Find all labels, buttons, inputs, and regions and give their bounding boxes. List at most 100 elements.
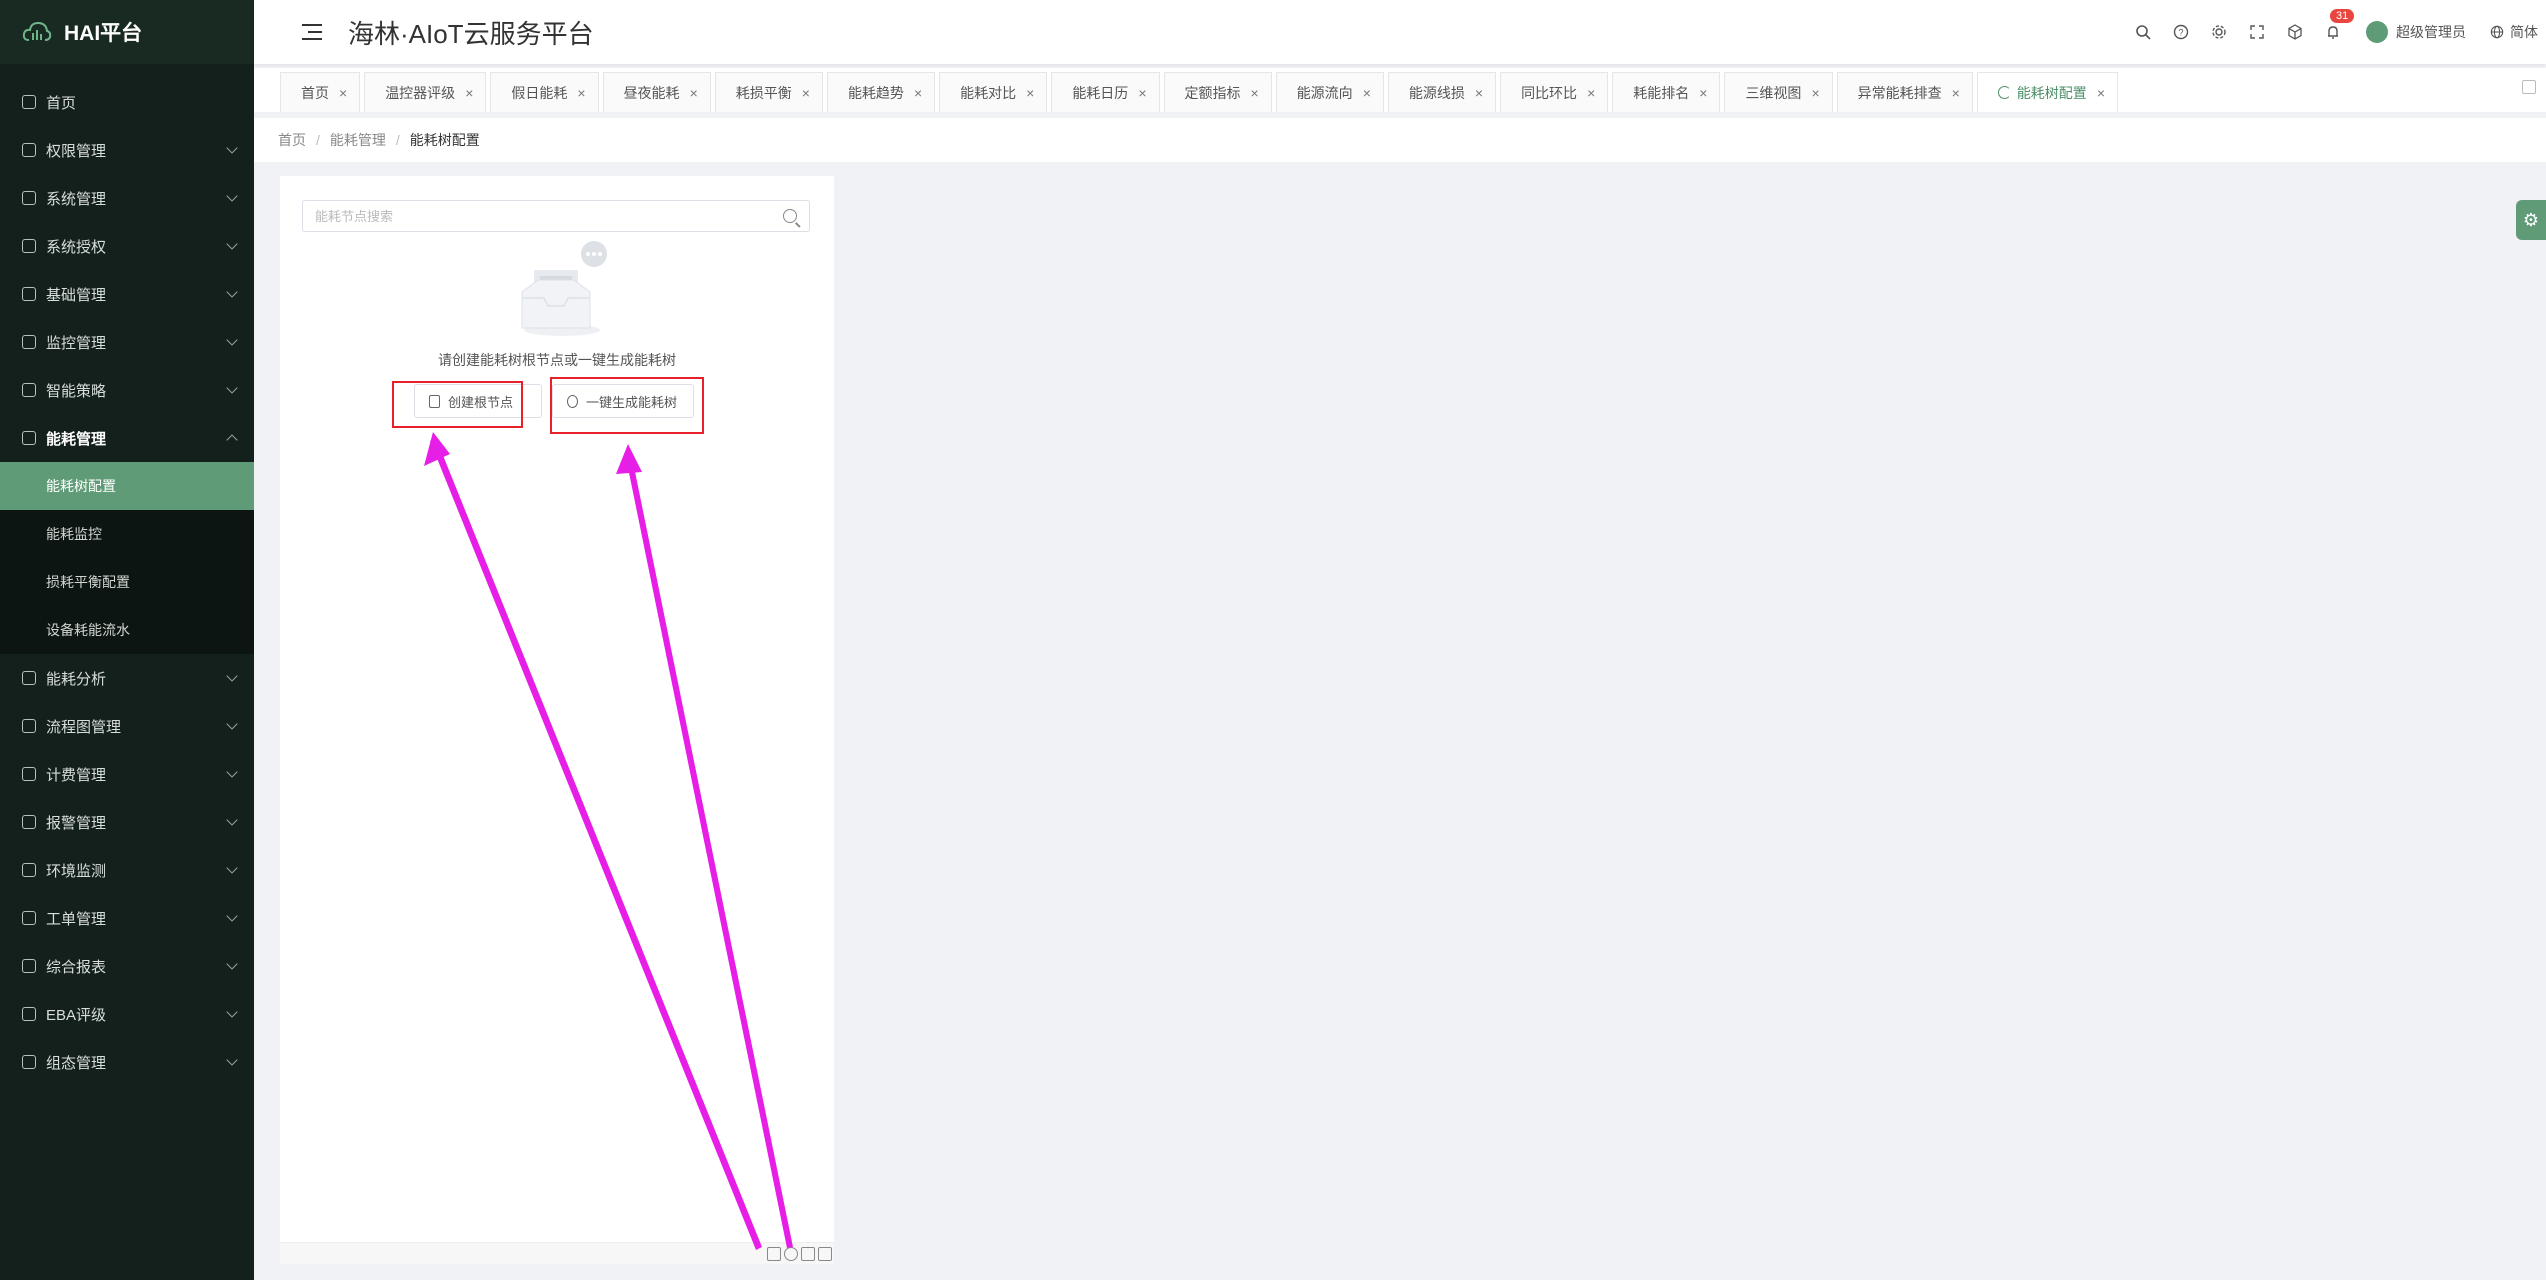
language-switch[interactable]: 简体 bbox=[2510, 22, 2538, 42]
brand-logo[interactable]: HAI平台 bbox=[0, 0, 254, 64]
user-name[interactable]: 超级管理员 bbox=[2396, 22, 2466, 42]
tab-0[interactable]: 首页 × bbox=[280, 72, 361, 112]
close-icon[interactable]: × bbox=[690, 85, 698, 101]
close-icon[interactable]: × bbox=[802, 85, 810, 101]
sidebar-item-1[interactable]: 权限管理 bbox=[0, 126, 254, 174]
chevron-down-icon bbox=[226, 1006, 238, 1018]
breadcrumb-home[interactable]: 首页 bbox=[278, 130, 306, 150]
sidebar-item-2[interactable]: 系统管理 bbox=[0, 174, 254, 222]
sidebar-item-0[interactable]: 首页 bbox=[0, 78, 254, 126]
globe-icon[interactable] bbox=[2488, 23, 2506, 41]
search-icon[interactable] bbox=[2134, 23, 2152, 41]
tab-3[interactable]: 昼夜能耗 × bbox=[602, 72, 711, 112]
chevron-down-icon bbox=[226, 286, 238, 298]
tab-label: 能源流向 bbox=[1296, 84, 1353, 101]
lock-icon[interactable] bbox=[2522, 80, 2536, 94]
empty-inbox-icon bbox=[521, 241, 607, 336]
fullscreen-icon[interactable] bbox=[2248, 23, 2266, 41]
tab-9[interactable]: 能源流向 × bbox=[1275, 72, 1384, 112]
sidebar-item-16[interactable]: 组态管理 bbox=[0, 1038, 254, 1086]
sidebar-item-label: 报警管理 bbox=[46, 814, 107, 832]
footer-doc-icon[interactable] bbox=[767, 1246, 781, 1261]
close-icon[interactable]: × bbox=[1811, 85, 1819, 101]
close-icon[interactable]: × bbox=[1475, 85, 1483, 101]
node-search-input[interactable] bbox=[303, 208, 783, 224]
sidebar-item-9[interactable]: 流程图管理 bbox=[0, 702, 254, 750]
floating-settings-icon[interactable]: ⚙ bbox=[2516, 200, 2546, 240]
refresh-icon bbox=[1997, 86, 2011, 99]
sidebar-item-13[interactable]: 工单管理 bbox=[0, 894, 254, 942]
tab-4[interactable]: 耗损平衡 × bbox=[714, 72, 823, 112]
sidebar-item-4[interactable]: 基础管理 bbox=[0, 270, 254, 318]
chevron-down-icon bbox=[226, 238, 238, 250]
cube-icon[interactable] bbox=[2286, 23, 2304, 41]
sidebar-item-11[interactable]: 报警管理 bbox=[0, 798, 254, 846]
footer-expand-icon[interactable] bbox=[801, 1246, 815, 1261]
close-icon[interactable]: × bbox=[465, 85, 473, 101]
avatar[interactable] bbox=[2366, 21, 2388, 43]
tab-11[interactable]: 同比环比 × bbox=[1500, 72, 1609, 112]
search-icon[interactable] bbox=[783, 209, 797, 223]
sidebar-item-12[interactable]: 环境监测 bbox=[0, 846, 254, 894]
sidebar-item-14[interactable]: 综合报表 bbox=[0, 942, 254, 990]
panel-footer-toolbar bbox=[280, 1242, 834, 1264]
close-icon[interactable]: × bbox=[1363, 85, 1371, 101]
settings-icon[interactable] bbox=[2210, 23, 2228, 41]
breadcrumb-section[interactable]: 能耗管理 bbox=[330, 130, 386, 150]
close-icon[interactable]: × bbox=[1587, 85, 1595, 101]
sidebar-subitem-3[interactable]: 设备耗能流水 bbox=[0, 606, 254, 654]
footer-refresh-icon[interactable] bbox=[784, 1246, 798, 1261]
tab-label: 能耗日历 bbox=[1072, 84, 1129, 101]
node-search-box bbox=[302, 200, 810, 232]
tab-label: 能耗树配置 bbox=[2016, 84, 2087, 101]
tab-15[interactable]: 能耗树配置 × bbox=[1976, 72, 2118, 112]
menu-item-icon bbox=[22, 911, 36, 925]
menu-toggle-icon[interactable] bbox=[302, 24, 322, 40]
tab-1[interactable]: 温控器评级 × bbox=[364, 72, 487, 112]
close-icon[interactable]: × bbox=[1026, 85, 1034, 101]
tab-10[interactable]: 能源线损 × bbox=[1387, 72, 1497, 112]
sidebar-subitem-1[interactable]: 能耗监控 bbox=[0, 510, 254, 558]
tab-label: 首页 bbox=[301, 84, 329, 101]
chevron-down-icon bbox=[226, 142, 238, 154]
tab-6[interactable]: 能耗对比 × bbox=[939, 72, 1048, 112]
close-icon[interactable]: × bbox=[2097, 85, 2105, 101]
sidebar-item-15[interactable]: EBA评级 bbox=[0, 990, 254, 1038]
tab-7[interactable]: 能耗日历 × bbox=[1051, 72, 1160, 112]
tab-13[interactable]: 三维视图 × bbox=[1724, 72, 1833, 112]
tab-label: 异常能耗排查 bbox=[1857, 84, 1942, 101]
sidebar-subitem-2[interactable]: 损耗平衡配置 bbox=[0, 558, 254, 606]
close-icon[interactable]: × bbox=[339, 85, 347, 101]
help-icon[interactable]: ? bbox=[2172, 23, 2190, 41]
menu-item-icon bbox=[22, 959, 36, 973]
submenu: 能耗树配置 能耗监控 损耗平衡配置 设备耗能流水 bbox=[0, 462, 254, 654]
sidebar-item-3[interactable]: 系统授权 bbox=[0, 222, 254, 270]
tab-label: 同比环比 bbox=[1521, 84, 1578, 101]
sidebar-item-8[interactable]: 能耗分析 bbox=[0, 654, 254, 702]
sidebar-item-label: 环境监测 bbox=[46, 862, 107, 880]
chevron-down-icon bbox=[226, 190, 238, 202]
tab-5[interactable]: 能耗趋势 × bbox=[826, 72, 936, 112]
tab-2[interactable]: 假日能耗 × bbox=[490, 72, 599, 112]
close-icon[interactable]: × bbox=[1952, 85, 1960, 101]
header-toolbar: ? 31 超级管理员 简体 bbox=[2124, 0, 2546, 64]
sidebar-item-10[interactable]: 计费管理 bbox=[0, 750, 254, 798]
tab-14[interactable]: 异常能耗排查 × bbox=[1836, 72, 1973, 112]
tab-label: 耗能排名 bbox=[1633, 84, 1690, 101]
sidebar-item-7[interactable]: 能耗管理 bbox=[0, 414, 254, 462]
notification-bell-icon[interactable]: 31 bbox=[2324, 9, 2355, 41]
sidebar-item-5[interactable]: 监控管理 bbox=[0, 318, 254, 366]
close-icon[interactable]: × bbox=[577, 85, 585, 101]
close-icon[interactable]: × bbox=[914, 85, 922, 101]
close-icon[interactable]: × bbox=[1251, 85, 1259, 101]
sidebar-subitem-0[interactable]: 能耗树配置 bbox=[0, 462, 254, 510]
close-icon[interactable]: × bbox=[1699, 85, 1707, 101]
sidebar-item-label: 综合报表 bbox=[46, 958, 107, 976]
tab-label: 能耗对比 bbox=[960, 84, 1017, 101]
footer-collapse-icon[interactable] bbox=[818, 1246, 832, 1261]
tab-12[interactable]: 耗能排名 × bbox=[1612, 72, 1721, 112]
close-icon[interactable]: × bbox=[1138, 85, 1146, 101]
sidebar-item-6[interactable]: 智能策略 bbox=[0, 366, 254, 414]
tab-8[interactable]: 定额指标 × bbox=[1163, 72, 1272, 112]
sidebar-item-label: EBA评级 bbox=[46, 1006, 107, 1024]
